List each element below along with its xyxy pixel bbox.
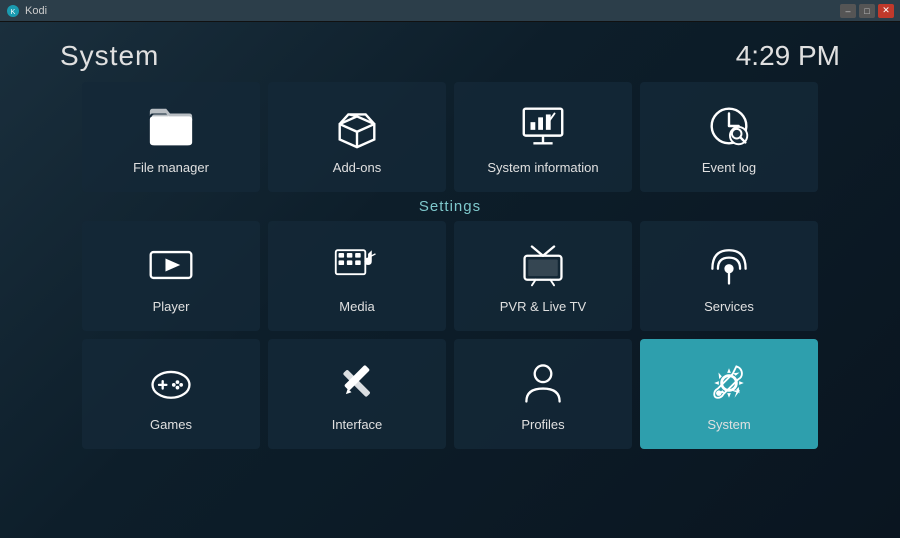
system-label: System: [707, 417, 750, 432]
settings-section: Settings Player: [60, 198, 840, 449]
profiles-label: Profiles: [521, 417, 564, 432]
clock: 4:29 PM: [736, 40, 840, 72]
svg-text:K: K: [11, 9, 16, 16]
titlebar: K Kodi – □ ✕: [0, 0, 900, 22]
grid-item-system[interactable]: System: [640, 339, 818, 449]
media-label: Media: [339, 299, 374, 314]
event-log-icon: [703, 100, 755, 152]
pvr-label: PVR & Live TV: [500, 299, 586, 314]
event-log-label: Event log: [702, 160, 756, 175]
grid-item-services[interactable]: Services: [640, 221, 818, 331]
player-label: Player: [153, 299, 190, 314]
grid-item-system-information[interactable]: System information: [454, 82, 632, 192]
kodi-icon: K: [6, 4, 20, 18]
titlebar-title: Kodi: [25, 5, 47, 17]
grid-item-file-manager[interactable]: File manager: [82, 82, 260, 192]
grid-item-games[interactable]: Games: [82, 339, 260, 449]
settings-row-1: Player: [60, 221, 840, 331]
file-manager-label: File manager: [133, 160, 209, 175]
profiles-icon: [517, 357, 569, 409]
player-icon: [145, 239, 197, 291]
grid-item-profiles[interactable]: Profiles: [454, 339, 632, 449]
header: System 4:29 PM: [60, 22, 840, 82]
interface-icon: [331, 357, 383, 409]
services-icon: [703, 239, 755, 291]
top-row: File manager Add-ons: [60, 82, 840, 192]
grid-item-pvr[interactable]: PVR & Live TV: [454, 221, 632, 331]
settings-label: Settings: [60, 198, 840, 215]
grid-item-add-ons[interactable]: Add-ons: [268, 82, 446, 192]
add-ons-icon: [331, 100, 383, 152]
system-information-icon: [517, 100, 569, 152]
grid-item-interface[interactable]: Interface: [268, 339, 446, 449]
add-ons-label: Add-ons: [333, 160, 381, 175]
close-button[interactable]: ✕: [878, 4, 894, 18]
system-icon: [703, 357, 755, 409]
system-information-label: System information: [487, 160, 598, 175]
page-title: System: [60, 40, 159, 72]
titlebar-left: K Kodi: [6, 4, 47, 18]
media-icon: [331, 239, 383, 291]
services-label: Services: [704, 299, 754, 314]
main-content: System 4:29 PM File manager: [0, 22, 900, 538]
titlebar-controls: – □ ✕: [840, 4, 894, 18]
file-manager-icon: [145, 100, 197, 152]
grid-item-media[interactable]: Media: [268, 221, 446, 331]
games-label: Games: [150, 417, 192, 432]
maximize-button[interactable]: □: [859, 4, 875, 18]
games-icon: [145, 357, 197, 409]
settings-row-2: Games Interface: [60, 339, 840, 449]
pvr-icon: [517, 239, 569, 291]
minimize-button[interactable]: –: [840, 4, 856, 18]
grid-item-event-log[interactable]: Event log: [640, 82, 818, 192]
grid-item-player[interactable]: Player: [82, 221, 260, 331]
interface-label: Interface: [332, 417, 383, 432]
